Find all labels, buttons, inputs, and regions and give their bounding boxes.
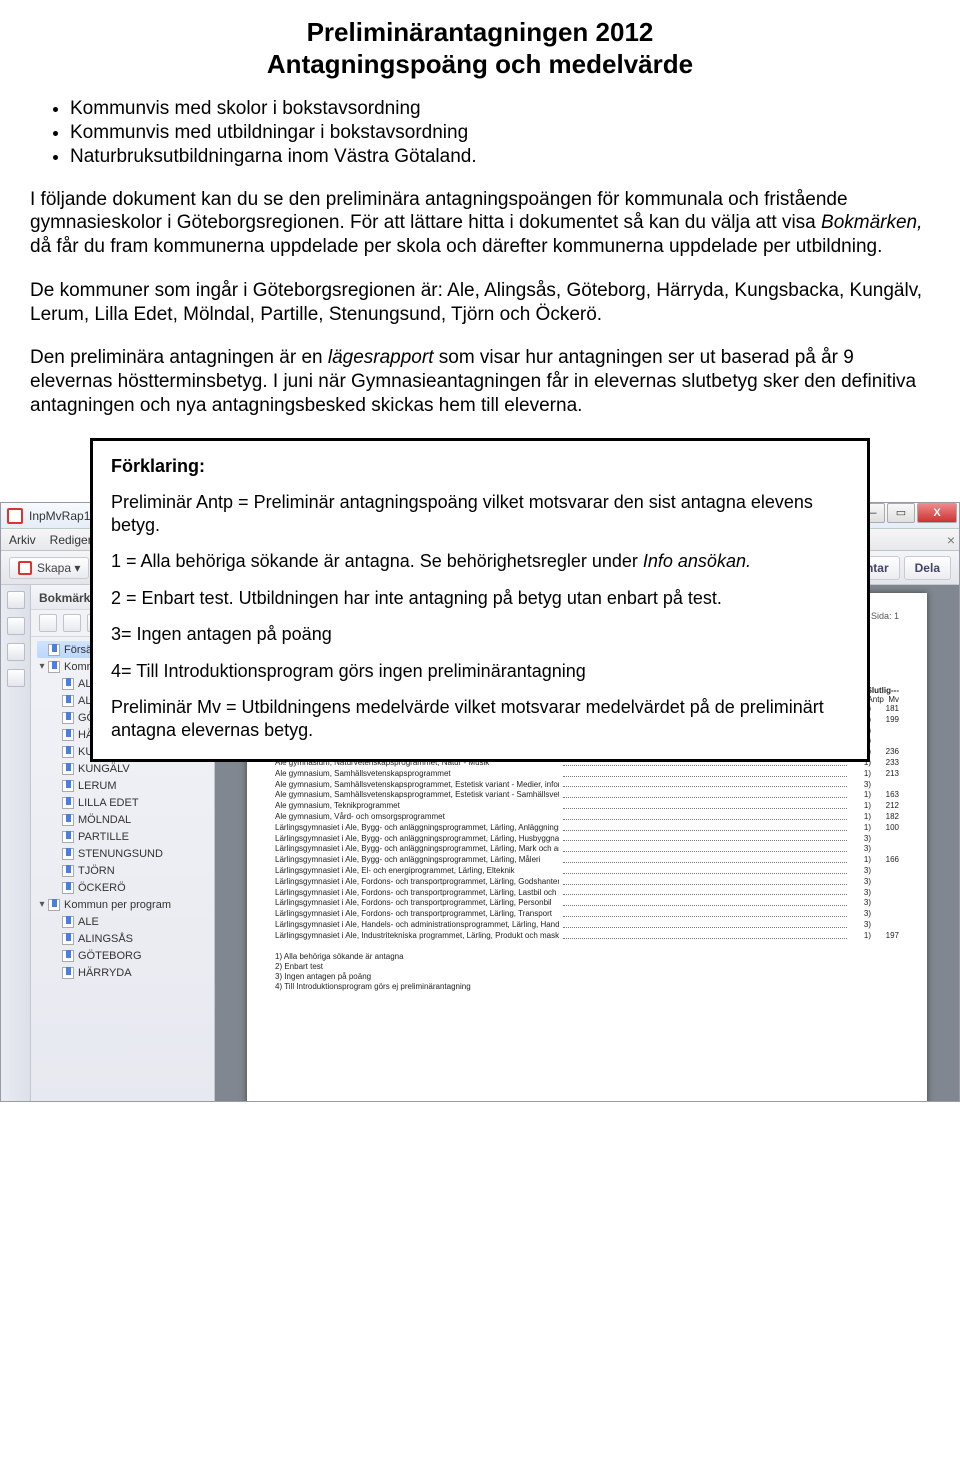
signatures-icon[interactable] [7, 669, 25, 687]
table-row: Ale gymnasium, Samhällsvetenskapsprogram… [275, 769, 899, 780]
pdf-icon [18, 561, 32, 575]
paragraph-3: Den preliminära antagningen är en lägesr… [30, 346, 930, 417]
bullet-list: Kommunvis med skolor i bokstavsordning K… [70, 98, 930, 168]
explanation-item: 1 = Alla behöriga sökande är antagna. Se… [111, 550, 849, 573]
explanation-box: Förklaring: Preliminär Antp = Preliminär… [90, 438, 870, 763]
bullet-item: Kommunvis med utbildningar i bokstavsord… [70, 122, 930, 144]
nav-strip [1, 585, 31, 1102]
bullet-item: Naturbruksutbildningarna inom Västra Göt… [70, 146, 930, 168]
thumbnails-icon[interactable] [7, 591, 25, 609]
table-row: Lärlingsgymnasiet i Ale, Bygg- och anläg… [275, 855, 899, 866]
pdf-footnotes: 1) Alla behöriga sökande är antagna2) En… [275, 952, 899, 991]
maximize-button[interactable]: ▭ [887, 503, 915, 523]
bm-tool-icon[interactable] [39, 614, 57, 632]
explanation-item: 2 = Enbart test. Utbildningen har inte a… [111, 587, 849, 610]
table-row: Lärlingsgymnasiet i Ale, Bygg- och anläg… [275, 844, 899, 855]
table-row: Ale gymnasium, Samhällsvetenskapsprogram… [275, 780, 899, 791]
bookmark-item[interactable]: ALINGSÅS [37, 930, 210, 947]
table-row: Ale gymnasium, Samhällsvetenskapsprogram… [275, 790, 899, 801]
text: Den preliminära antagningen är en [30, 347, 328, 368]
bookmark-item[interactable]: KUNGÄLV [37, 760, 210, 777]
explanation-item: 3= Ingen antagen på poäng [111, 623, 849, 646]
bookmark-item[interactable]: ÖCKERÖ [37, 879, 210, 896]
footnote-item: 4) Till Introduktionsprogram görs ej pre… [275, 982, 899, 991]
bm-tool-icon[interactable] [63, 614, 81, 632]
table-row: Lärlingsgymnasiet i Ale, El- och energip… [275, 866, 899, 877]
table-row: Ale gymnasium, Vård- och omsorgsprogramm… [275, 812, 899, 823]
close-button[interactable]: X [917, 503, 957, 523]
share-button[interactable]: Dela [904, 556, 951, 580]
bookmark-item[interactable]: GÖTEBORG [37, 947, 210, 964]
table-row: Lärlingsgymnasiet i Ale, Handels- och ad… [275, 920, 899, 931]
doc-title-2: Antagningspoäng och medelvärde [30, 49, 930, 80]
table-row: Lärlingsgymnasiet i Ale, Bygg- och anläg… [275, 834, 899, 845]
pdf-icon [7, 508, 23, 524]
menu-close-doc[interactable]: × [947, 532, 955, 548]
text: då får du fram kommunerna uppdelade per … [30, 236, 882, 257]
bookmark-item[interactable]: LERUM [37, 777, 210, 794]
doc-title-1: Preliminärantagningen 2012 [30, 16, 930, 49]
explanation-item: Preliminär Mv = Utbildningens medelvärde… [111, 696, 849, 741]
paragraph-1: I följande dokument kan du se den prelim… [30, 188, 930, 259]
explanation-heading: Förklaring: [111, 455, 849, 478]
text-italic: Bokmärken, [821, 212, 922, 233]
footnote-item: 3) Ingen antagen på poäng [275, 972, 899, 981]
explanation-item: 4= Till Introduktionsprogram görs ingen … [111, 660, 849, 683]
text-italic: lägesrapport [328, 347, 434, 368]
pdf-header-right: Sida: 1 [871, 611, 899, 632]
table-row: Lärlingsgymnasiet i Ale, Fordons- och tr… [275, 898, 899, 909]
create-label: Skapa [37, 561, 71, 575]
footnote-item: 1) Alla behöriga sökande är antagna [275, 952, 899, 961]
bookmark-item[interactable]: LILLA EDET [37, 794, 210, 811]
attachments-icon[interactable] [7, 643, 25, 661]
paragraph-2: De kommuner som ingår i Göteborgsregione… [30, 279, 930, 327]
text: I följande dokument kan du se den prelim… [30, 189, 848, 234]
bookmark-item[interactable]: HÄRRYDA [37, 964, 210, 981]
text: 1 = Alla behöriga sökande är antagna. Se… [111, 551, 643, 571]
bookmark-item[interactable]: STENUNGSUND [37, 845, 210, 862]
table-row: Lärlingsgymnasiet i Ale, Fordons- och tr… [275, 888, 899, 899]
create-button[interactable]: Skapa ▾ [9, 557, 89, 579]
bookmark-item[interactable]: ALE [37, 913, 210, 930]
bookmark-item[interactable]: MÖLNDAL [37, 811, 210, 828]
bookmarks-icon[interactable] [7, 617, 25, 635]
table-row: Lärlingsgymnasiet i Ale, Bygg- och anläg… [275, 823, 899, 834]
table-row: Ale gymnasium, Teknikprogrammet1)212 [275, 801, 899, 812]
text-italic: Info ansökan. [643, 551, 751, 571]
table-row: Lärlingsgymnasiet i Ale, Fordons- och tr… [275, 877, 899, 888]
footnote-item: 2) Enbart test [275, 962, 899, 971]
bookmark-item[interactable]: PARTILLE [37, 828, 210, 845]
explanation-item: Preliminär Antp = Preliminär antagningsp… [111, 491, 849, 536]
bullet-item: Kommunvis med skolor i bokstavsordning [70, 98, 930, 120]
bookmark-item[interactable]: TJÖRN [37, 862, 210, 879]
bookmark-item[interactable]: ▾Kommun per program [37, 896, 210, 913]
table-row: Lärlingsgymnasiet i Ale, Fordons- och tr… [275, 909, 899, 920]
table-row: Lärlingsgymnasiet i Ale, Industriteknisk… [275, 931, 899, 942]
menu-arkiv[interactable]: Arkiv [9, 533, 36, 547]
